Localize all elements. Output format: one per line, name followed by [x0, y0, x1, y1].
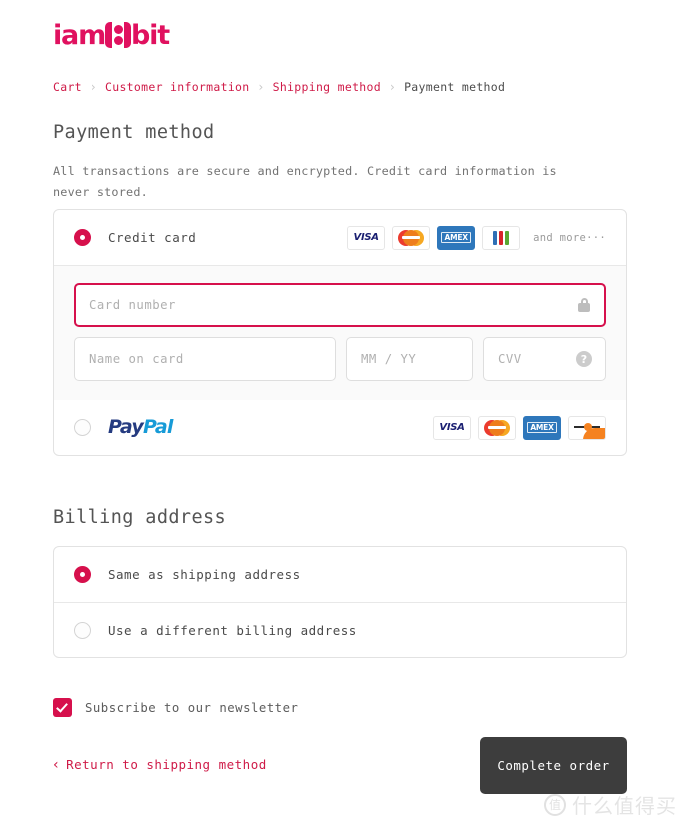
credit-card-brand-list: VISA AMEX and more··· [347, 225, 606, 250]
logo-text-prefix: iam [53, 19, 106, 51]
complete-order-button[interactable]: Complete order [480, 737, 627, 794]
paypal-logo-pay: Pay [108, 416, 144, 438]
breadcrumb-item-cart[interactable]: Cart [53, 80, 82, 94]
breadcrumb-separator-icon: › [389, 80, 396, 94]
breadcrumb-item-payment-method: Payment method [404, 80, 506, 94]
visa-icon: VISA [347, 225, 386, 250]
newsletter-subscribe-row[interactable]: Subscribe to our newsletter [53, 698, 298, 717]
logo-8-glyph [105, 22, 132, 48]
radio-credit-card[interactable] [74, 229, 91, 246]
billing-address-title: Billing address [53, 507, 227, 528]
expiry-input[interactable]: MM / YY [346, 337, 473, 381]
discover-icon [568, 415, 606, 440]
return-to-shipping-method-link[interactable]: ‹ Return to shipping method [53, 757, 267, 772]
watermark: 值 什么值得买 [544, 790, 677, 819]
expiry-placeholder: MM / YY [361, 352, 417, 366]
breadcrumb-separator-icon: › [258, 80, 264, 94]
breadcrumb-item-customer-information[interactable]: Customer information [105, 80, 249, 94]
watermark-text: 什么值得买 [572, 794, 677, 818]
radio-different-billing[interactable] [74, 621, 91, 639]
amex-icon: AMEX [437, 225, 476, 250]
and-more-label: and more··· [533, 231, 606, 244]
card-number-input[interactable]: Card number [74, 283, 606, 327]
paypal-brand-list: VISA AMEX [433, 415, 606, 440]
billing-address-box: Same as shipping address Use a different… [53, 546, 627, 658]
billing-option-same-as-shipping[interactable]: Same as shipping address [54, 547, 626, 602]
payment-option-label: Credit card [108, 230, 197, 245]
breadcrumb: Cart › Customer information › Shipping m… [53, 80, 505, 94]
amex-icon: AMEX [523, 415, 561, 440]
breadcrumb-separator-icon: › [90, 80, 97, 94]
billing-option-label: Use a different billing address [108, 622, 357, 638]
site-logo[interactable]: iam bit [53, 18, 170, 52]
payment-option-paypal[interactable]: PayPal VISA AMEX [54, 400, 626, 455]
newsletter-checkbox[interactable] [53, 698, 72, 717]
payment-methods-box: Credit card VISA AMEX and more··· Card n… [53, 209, 627, 456]
newsletter-label: Subscribe to our newsletter [85, 700, 299, 715]
billing-option-different-address[interactable]: Use a different billing address [54, 602, 626, 657]
cvv-placeholder: CVV [498, 352, 522, 366]
checkout-page: iam bit Cart › Customer information › Sh… [0, 0, 685, 825]
name-on-card-placeholder: Name on card [89, 352, 184, 366]
name-on-card-input[interactable]: Name on card [74, 337, 336, 381]
visa-icon: VISA [433, 415, 471, 440]
credit-card-fields: Card number Name on card MM / YY CVV ? [54, 265, 626, 400]
return-link-label: Return to shipping method [66, 757, 267, 772]
radio-paypal[interactable] [74, 419, 91, 436]
breadcrumb-item-shipping-method[interactable]: Shipping method [273, 80, 381, 94]
watermark-logo-icon: 值 [544, 793, 566, 816]
chevron-left-icon: ‹ [53, 756, 60, 773]
payment-security-note: All transactions are secure and encrypte… [53, 163, 557, 199]
logo-text-suffix: bit [131, 19, 170, 51]
page-title: Payment method [53, 122, 215, 143]
lock-icon [578, 298, 590, 312]
payment-option-credit-card[interactable]: Credit card VISA AMEX and more··· [54, 210, 626, 265]
paypal-logo-pal: Pal [142, 416, 173, 438]
radio-same-as-shipping[interactable] [74, 566, 91, 583]
mastercard-icon [392, 225, 431, 250]
paypal-logo: PayPal [108, 418, 173, 437]
card-number-placeholder: Card number [89, 298, 176, 312]
billing-option-label: Same as shipping address [108, 567, 301, 582]
cvv-input[interactable]: CVV ? [483, 337, 606, 381]
question-mark-icon[interactable]: ? [576, 351, 592, 367]
jcb-icon [482, 225, 521, 250]
mastercard-icon [478, 415, 516, 440]
